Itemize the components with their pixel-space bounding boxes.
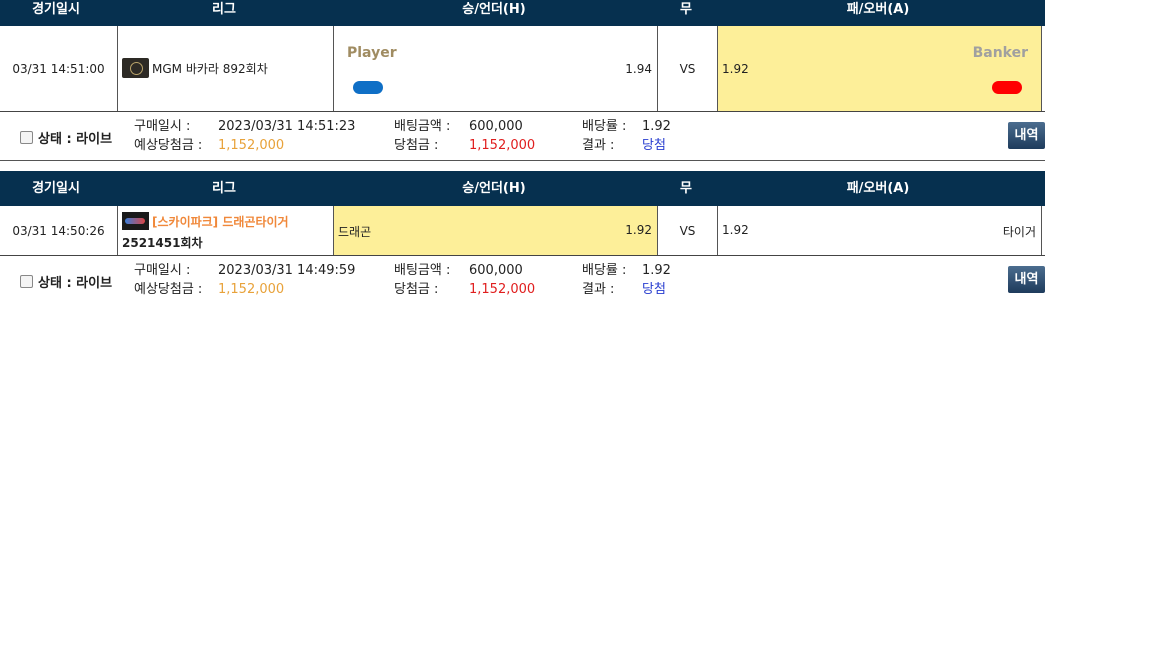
bet-info-row: 상태 : 라이브 구매일시 : 2023/03/31 14:51:23 배팅금액…	[0, 112, 1045, 161]
bet-amount-label: 배팅금액 :	[394, 119, 451, 134]
odds-rate-label: 배당률 :	[582, 119, 627, 134]
draw-vs: VS	[658, 26, 718, 111]
history-button[interactable]: 내역	[1008, 266, 1045, 293]
header-away: 패/오버(A)	[846, 181, 910, 196]
result-label: 결과 :	[582, 138, 615, 153]
select-checkbox[interactable]	[20, 131, 33, 144]
table-header: 경기일시 리그 승/언더(H) 무 패/오버(A)	[0, 171, 1045, 206]
table-row: 03/31 14:51:00 MGM 바카라 892회차 Player 1.94…	[0, 26, 1045, 112]
expected-win-value: 1,152,000	[218, 138, 285, 153]
player-label: Player	[347, 45, 397, 61]
win-amount-value: 1,152,000	[469, 138, 536, 153]
odds-rate-value: 1.92	[642, 119, 671, 134]
away-odds: 1.92	[722, 62, 749, 76]
status-live[interactable]: 상태 : 라이브	[20, 128, 112, 147]
status-label: 상태 : 라이브	[38, 132, 113, 147]
header-home: 승/언더(H)	[462, 2, 526, 17]
bet-amount-label: 배팅금액 :	[394, 263, 451, 278]
home-odds: 1.92	[625, 223, 652, 237]
header-draw: 무	[680, 2, 692, 17]
odds-rate-label: 배당률 :	[582, 263, 627, 278]
draw-vs: VS	[658, 206, 718, 255]
win-amount-label: 당첨금 :	[394, 282, 439, 297]
header-date: 경기일시	[32, 2, 80, 17]
table-row: 03/31 14:50:26 [스카이파크] 드래곤타이거 2521451회차 …	[0, 206, 1045, 256]
status-label: 상태 : 라이브	[38, 276, 113, 291]
header-league: 리그	[212, 181, 236, 196]
expected-win-label: 예상당첨금 :	[134, 138, 203, 153]
skypark-logo-icon	[122, 212, 149, 230]
header-draw: 무	[680, 181, 692, 196]
mgm-logo-icon	[122, 58, 149, 78]
player-indicator-icon	[353, 81, 383, 94]
league-name: [스카이파크] 드래곤타이거	[152, 215, 289, 229]
bet-card-2: 경기일시 리그 승/언더(H) 무 패/오버(A) 03/31 14:50:26…	[0, 171, 1045, 304]
league-cell: MGM 바카라 892회차	[118, 26, 334, 111]
select-checkbox[interactable]	[20, 275, 33, 288]
bet-amount-value: 600,000	[469, 263, 523, 278]
expected-win-value: 1,152,000	[218, 282, 285, 297]
dragon-label: 드래곤	[338, 225, 372, 239]
header-home: 승/언더(H)	[462, 181, 526, 196]
game-date: 03/31 14:51:00	[0, 26, 118, 111]
league-round: 2521451회차	[122, 236, 203, 250]
table-header: 경기일시 리그 승/언더(H) 무 패/오버(A)	[0, 0, 1045, 26]
away-odds: 1.92	[722, 223, 749, 237]
header-away: 패/오버(A)	[846, 2, 910, 17]
status-live[interactable]: 상태 : 라이브	[20, 272, 112, 291]
win-amount-value: 1,152,000	[469, 282, 536, 297]
purchase-time-label: 구매일시 :	[134, 263, 191, 278]
result-value: 당첨	[642, 282, 666, 297]
home-pick-player[interactable]: Player 1.94	[334, 26, 658, 111]
expected-win-label: 예상당첨금 :	[134, 282, 203, 297]
game-date: 03/31 14:50:26	[0, 206, 118, 255]
home-pick-dragon[interactable]: 드래곤 1.92	[334, 206, 658, 255]
header-league: 리그	[212, 2, 236, 17]
away-pick-banker[interactable]: 1.92 Banker	[718, 26, 1042, 111]
home-odds: 1.94	[625, 62, 652, 76]
banker-label: Banker	[972, 45, 1028, 61]
bet-amount-value: 600,000	[469, 119, 523, 134]
purchase-time-value: 2023/03/31 14:51:23	[218, 119, 356, 134]
odds-rate-value: 1.92	[642, 263, 671, 278]
purchase-time-label: 구매일시 :	[134, 119, 191, 134]
win-amount-label: 당첨금 :	[394, 138, 439, 153]
banker-indicator-icon	[992, 81, 1022, 94]
league-cell: [스카이파크] 드래곤타이거 2521451회차	[118, 206, 334, 255]
header-date: 경기일시	[32, 181, 80, 196]
league-name: MGM 바카라 892회차	[152, 62, 268, 76]
tiger-label: 타이거	[1002, 225, 1036, 239]
away-pick-tiger[interactable]: 1.92 타이거	[718, 206, 1042, 255]
bet-card-1: 경기일시 리그 승/언더(H) 무 패/오버(A) 03/31 14:51:00…	[0, 0, 1045, 161]
result-value: 당첨	[642, 138, 666, 153]
result-label: 결과 :	[582, 282, 615, 297]
history-button[interactable]: 내역	[1008, 122, 1045, 149]
purchase-time-value: 2023/03/31 14:49:59	[218, 263, 356, 278]
bet-info-row: 상태 : 라이브 구매일시 : 2023/03/31 14:49:59 배팅금액…	[0, 256, 1045, 304]
